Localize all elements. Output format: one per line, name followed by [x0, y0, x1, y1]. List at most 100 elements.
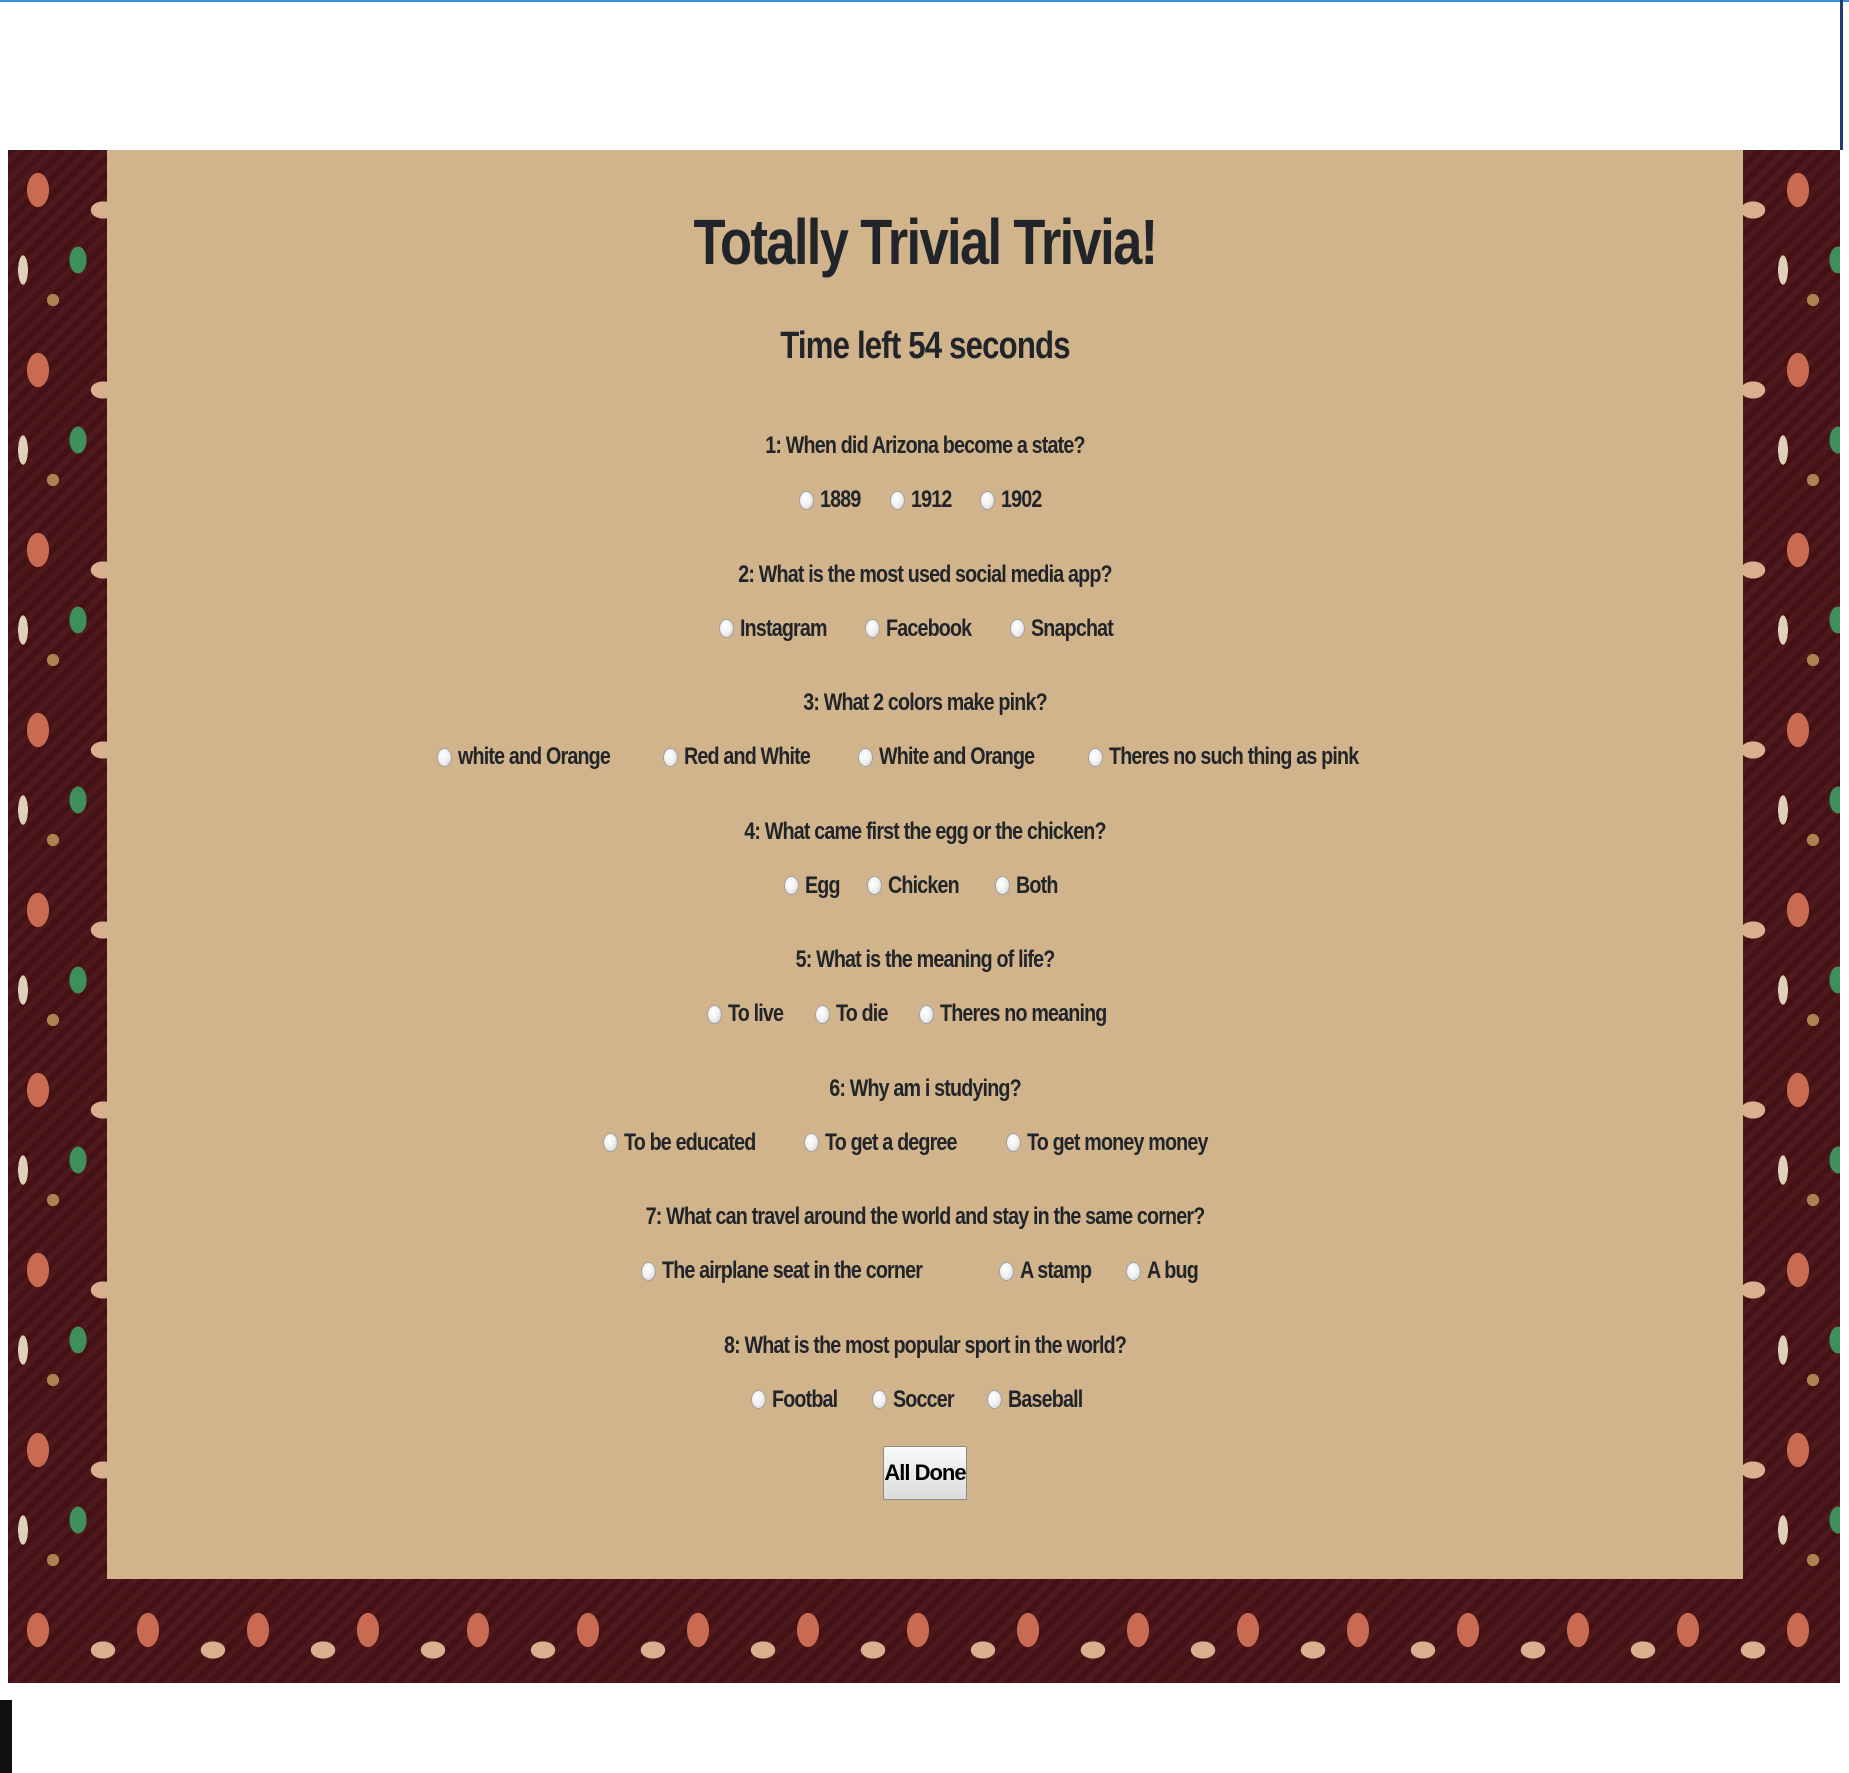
answer-label: white and Orange — [457, 743, 611, 770]
radio-button[interactable] — [857, 747, 873, 767]
answer-label: A stamp — [1019, 1257, 1092, 1284]
answer-options: white and Orange Red and White White and… — [107, 741, 1743, 773]
answer-label: Facebook — [886, 614, 972, 642]
answer-option[interactable]: 1889 — [799, 484, 869, 516]
answer-label: To be educated — [623, 1128, 756, 1156]
answer-label: A bug — [1147, 1257, 1199, 1284]
question-text: 7: What can travel around the world and … — [645, 1203, 1206, 1230]
window-edge — [1840, 0, 1843, 150]
trivia-content: Totally Trivial Trivia! Time left 54 sec… — [107, 150, 1743, 1500]
radio-button[interactable] — [799, 490, 815, 510]
answer-options: Footbal Soccer Baseball — [107, 1384, 1743, 1416]
radio-button[interactable] — [867, 876, 883, 895]
answer-options: To live To die Theres no meaning — [107, 998, 1743, 1030]
answer-option[interactable]: To get money money — [1005, 1127, 1247, 1159]
answer-options: The airplane seat in the corner A stamp … — [107, 1255, 1743, 1287]
answer-option[interactable]: Theres no such thing as pink — [1088, 741, 1413, 773]
answer-options: 1889 1912 1902 — [107, 484, 1743, 516]
answer-option[interactable]: Theres no meaning — [919, 998, 1143, 1030]
question-text: 6: Why am i studying? — [829, 1074, 1021, 1102]
browser-top-border — [0, 0, 1849, 2]
radio-button[interactable] — [706, 1004, 722, 1024]
question-block-1: 1: When did Arizona become a state? 1889… — [107, 430, 1743, 559]
answer-option[interactable]: Soccer — [871, 1384, 967, 1416]
radio-button[interactable] — [1088, 747, 1104, 767]
question-block-7: 7: What can travel around the world and … — [107, 1201, 1743, 1330]
radio-button[interactable] — [1010, 619, 1026, 638]
radio-button[interactable] — [871, 1390, 887, 1409]
radio-button[interactable] — [1005, 1133, 1021, 1152]
question-block-3: 3: What 2 colors make pink? white and Or… — [107, 687, 1743, 816]
answer-option[interactable]: To get a degree — [804, 1127, 986, 1159]
answer-option[interactable]: A stamp — [998, 1255, 1107, 1287]
radio-button[interactable] — [919, 1004, 935, 1024]
answer-option[interactable]: Red and White — [663, 741, 838, 773]
radio-button[interactable] — [994, 876, 1010, 895]
answer-option[interactable]: To live — [706, 998, 795, 1030]
question-list: 1: When did Arizona become a state? 1889… — [107, 430, 1743, 1458]
window-corner — [0, 1700, 12, 1773]
answer-option[interactable]: Baseball — [987, 1384, 1099, 1416]
answer-option[interactable]: Instagram — [718, 613, 846, 645]
answer-label: Instagram — [739, 614, 827, 642]
radio-button[interactable] — [602, 1133, 618, 1152]
answer-label: 1889 — [820, 486, 861, 513]
answer-label: Footbal — [772, 1385, 838, 1413]
answer-label: Snapchat — [1031, 614, 1114, 642]
answer-option[interactable]: To die — [815, 998, 899, 1030]
answer-options: To be educated To get a degree To get mo… — [107, 1127, 1743, 1159]
radio-button[interactable] — [1126, 1261, 1142, 1281]
radio-button[interactable] — [987, 1390, 1002, 1409]
answer-option[interactable]: Facebook — [865, 613, 990, 645]
answer-option[interactable]: The airplane seat in the corner — [640, 1255, 979, 1287]
answer-label: Egg — [804, 871, 841, 899]
question-block-6: 6: Why am i studying? To be educated To … — [107, 1073, 1743, 1202]
question-block-8: 8: What is the most popular sport in the… — [107, 1330, 1743, 1459]
answer-option[interactable]: 1902 — [980, 484, 1050, 516]
question-text: 5: What is the meaning of life? — [795, 946, 1056, 973]
answer-label: Red and White — [684, 743, 811, 770]
all-done-button[interactable]: All Done — [883, 1446, 967, 1500]
radio-button[interactable] — [783, 876, 799, 895]
question-text: 2: What is the most used social media ap… — [738, 560, 1112, 588]
answer-option[interactable]: White and Orange — [857, 741, 1068, 773]
page-title: Totally Trivial Trivia! — [693, 206, 1159, 278]
answer-option[interactable]: Snapchat — [1010, 613, 1131, 645]
radio-button[interactable] — [815, 1004, 831, 1024]
timer-text: Time left 54 seconds — [780, 325, 1070, 367]
question-block-4: 4: What came first the egg or the chicke… — [107, 816, 1743, 945]
radio-button[interactable] — [436, 747, 452, 767]
answer-option[interactable]: Both — [994, 870, 1067, 902]
radio-button[interactable] — [889, 490, 905, 510]
submit-row: All Done — [107, 1446, 1743, 1500]
radio-button[interactable] — [998, 1261, 1014, 1281]
answer-label: Chicken — [888, 871, 960, 899]
answer-label: Baseball — [1008, 1385, 1083, 1413]
trivia-panel: Totally Trivial Trivia! Time left 54 sec… — [107, 150, 1743, 1579]
answer-label: To get a degree — [825, 1128, 958, 1156]
radio-button[interactable] — [718, 619, 734, 638]
answer-label: 1912 — [910, 486, 952, 513]
radio-button[interactable] — [751, 1390, 767, 1409]
radio-button[interactable] — [980, 490, 996, 510]
answer-option[interactable]: Egg — [783, 870, 847, 902]
question-text: 3: What 2 colors make pink? — [803, 689, 1047, 716]
answer-option[interactable]: A bug — [1126, 1255, 1209, 1287]
answer-label: The airplane seat in the corner — [661, 1257, 923, 1284]
radio-button[interactable] — [663, 747, 679, 767]
answer-option[interactable]: Footbal — [751, 1384, 852, 1416]
question-block-5: 5: What is the meaning of life? To live … — [107, 944, 1743, 1073]
question-text: 1: When did Arizona become a state? — [765, 432, 1085, 459]
answer-option[interactable]: To be educated — [602, 1127, 784, 1159]
radio-button[interactable] — [804, 1133, 820, 1152]
answer-option[interactable]: 1912 — [889, 484, 960, 516]
answer-options: Instagram Facebook Snapchat — [107, 613, 1743, 645]
answer-options: Egg Chicken Both — [107, 870, 1743, 902]
answer-option[interactable]: Chicken — [867, 870, 974, 902]
answer-label: To get money money — [1026, 1128, 1208, 1156]
radio-button[interactable] — [865, 619, 881, 638]
answer-option[interactable]: white and Orange — [436, 741, 643, 773]
radio-button[interactable] — [640, 1261, 656, 1281]
answer-label: Theres no meaning — [940, 1000, 1107, 1027]
question-text: 4: What came first the egg or the chicke… — [744, 817, 1106, 845]
